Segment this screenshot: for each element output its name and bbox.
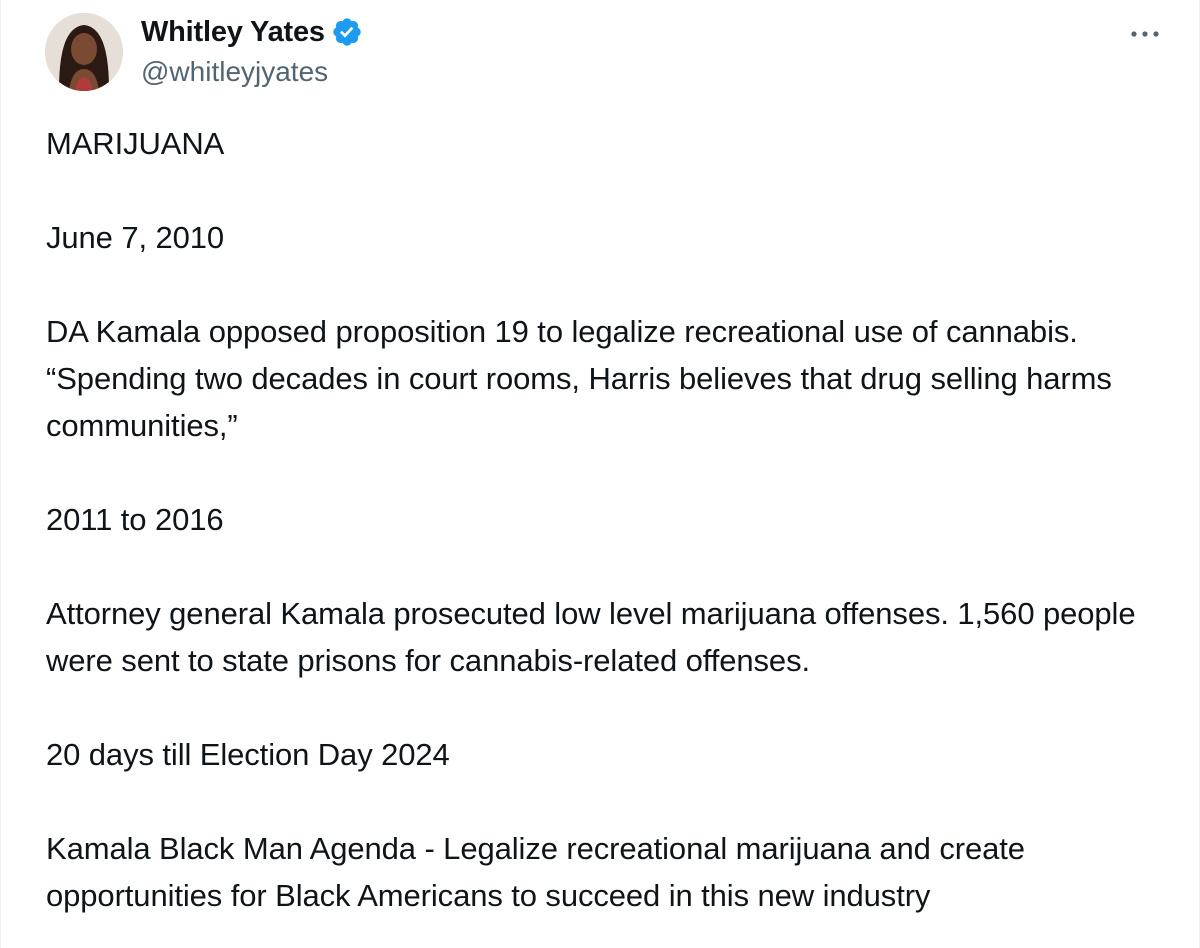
- tweet-card: Whitley Yates @whitleyjyates MARIJUANA J…: [0, 0, 1200, 948]
- avatar-image: [45, 13, 123, 91]
- tweet-paragraph: 2011 to 2016: [46, 502, 224, 537]
- author-names: Whitley Yates @whitleyjyates: [141, 13, 363, 91]
- tweet-paragraph: Attorney general Kamala prosecuted low l…: [46, 596, 1136, 678]
- tweet-header: Whitley Yates @whitleyjyates: [45, 13, 363, 91]
- name-row: Whitley Yates: [141, 13, 363, 51]
- author-display-name[interactable]: Whitley Yates: [141, 16, 325, 49]
- tweet-text: MARIJUANA June 7, 2010 DA Kamala opposed…: [46, 120, 1176, 919]
- more-dots-icon: [1131, 31, 1159, 37]
- tweet-paragraph: June 7, 2010: [46, 220, 225, 255]
- tweet-paragraph: Kamala Black Man Agenda - Legalize recre…: [46, 831, 1025, 913]
- more-options-button[interactable]: [1125, 14, 1165, 54]
- avatar[interactable]: [45, 13, 123, 91]
- tweet-paragraph: 20 days till Election Day 2024: [46, 737, 450, 772]
- verified-badge-icon[interactable]: [331, 16, 363, 48]
- tweet-paragraph: DA Kamala opposed proposition 19 to lega…: [46, 314, 1112, 443]
- tweet-paragraph: MARIJUANA: [46, 126, 225, 161]
- author-handle[interactable]: @whitleyjyates: [141, 53, 363, 91]
